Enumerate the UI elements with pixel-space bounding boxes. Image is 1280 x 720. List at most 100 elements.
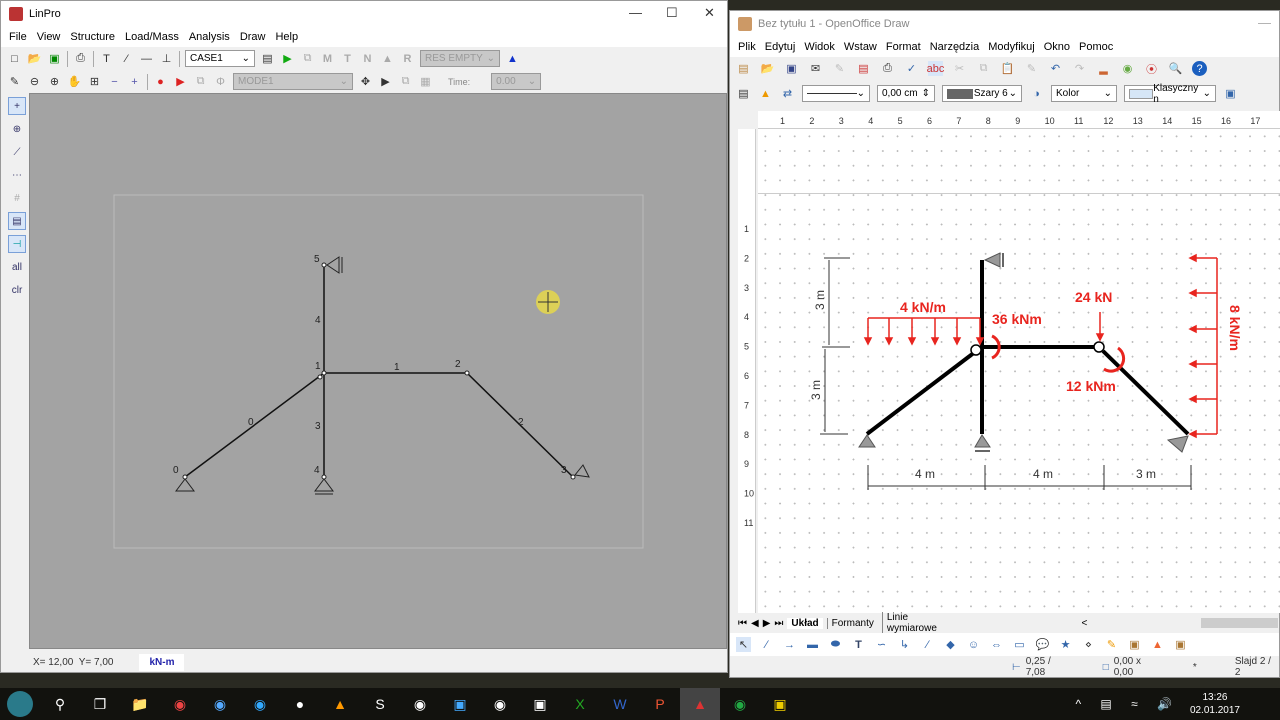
- support-node-3: [574, 464, 590, 478]
- app-icon-5[interactable]: ◉: [720, 688, 760, 720]
- arrow-tool-icon[interactable]: →: [782, 637, 797, 652]
- chart-icon[interactable]: ▂: [1096, 61, 1111, 76]
- start-button[interactable]: [0, 688, 40, 720]
- menu-narzedzia[interactable]: Narzędzia: [930, 41, 980, 53]
- tray-icons[interactable]: ^ ▤ ≈ 🔊: [1075, 697, 1180, 711]
- ellipse-tool-icon[interactable]: ⬬: [828, 637, 843, 652]
- area-color-value: Klasyczny n: [1153, 82, 1199, 105]
- text-tool-icon[interactable]: T: [851, 637, 866, 652]
- area-color-select[interactable]: Klasyczny n ⌄: [1124, 82, 1216, 105]
- undo-icon[interactable]: ↶: [1048, 61, 1063, 76]
- table-icon[interactable]: ◉: [1120, 61, 1135, 76]
- prev-slide-button[interactable]: ◀: [751, 618, 759, 629]
- app-icon-3[interactable]: ◉: [480, 688, 520, 720]
- paste-icon[interactable]: 📋: [1000, 61, 1015, 76]
- navigator-icon[interactable]: ⦿: [1144, 61, 1159, 76]
- tab-formanty[interactable]: Formanty: [826, 617, 878, 629]
- from-file-icon[interactable]: ▲: [1150, 637, 1165, 652]
- skype-icon[interactable]: S: [360, 688, 400, 720]
- app-icon-2[interactable]: ▣: [440, 688, 480, 720]
- pdf-icon[interactable]: ▤: [856, 61, 871, 76]
- connector-tool-icon[interactable]: ↳: [897, 637, 912, 652]
- glue-icon[interactable]: ✎: [1104, 637, 1119, 652]
- taskbar: ⚲ ❐ 📁 ◉ ◉ ◉ ● ▲ S ◉ ▣ ◉ ▣ X W P ▲ ◉ ▣ ^ …: [0, 688, 1280, 720]
- file-explorer-icon[interactable]: 📁: [120, 688, 160, 720]
- status-units: kN-m: [139, 653, 185, 671]
- menu-pomoc[interactable]: Pomoc: [1079, 41, 1113, 53]
- arrow-style-icon[interactable]: ⇄: [780, 86, 795, 101]
- menu-edytuj[interactable]: Edytuj: [765, 41, 796, 53]
- member-label-4: 4: [315, 315, 321, 326]
- clock-date: 02.01.2017: [1189, 705, 1240, 716]
- symbol-shapes-icon[interactable]: ☺: [966, 637, 981, 652]
- app-icon-4[interactable]: ▣: [520, 688, 560, 720]
- word-icon[interactable]: W: [600, 688, 640, 720]
- openoffice-icon[interactable]: ◉: [240, 688, 280, 720]
- callouts-icon[interactable]: 💬: [1035, 637, 1050, 652]
- zoom-icon[interactable]: 🔍: [1168, 61, 1183, 76]
- node-label-1: 1: [315, 361, 321, 372]
- scrollbar-left-arrow[interactable]: <: [1082, 618, 1088, 629]
- line-color-select[interactable]: Szary 6 ⌄: [942, 85, 1022, 102]
- oo-canvas[interactable]: [758, 129, 1280, 613]
- search-icon[interactable]: ⚲: [40, 688, 80, 720]
- menu-modyfikuj[interactable]: Modyfikuj: [988, 41, 1034, 53]
- horizontal-ruler: /* placeholder */: [758, 111, 1280, 129]
- oo-minimize-button[interactable]: —: [1258, 15, 1271, 30]
- menu-wstaw[interactable]: Wstaw: [844, 41, 877, 53]
- area-style-select[interactable]: Kolor ⌄: [1051, 85, 1117, 102]
- curve-tool-icon[interactable]: ∽: [874, 637, 889, 652]
- next-slide-button[interactable]: ▶: [763, 618, 771, 629]
- excel-icon[interactable]: X: [560, 688, 600, 720]
- last-slide-button[interactable]: ⏭: [774, 618, 783, 629]
- first-slide-button[interactable]: ⏮: [738, 618, 747, 629]
- help-icon[interactable]: ?: [1192, 61, 1207, 76]
- select-arrow-icon[interactable]: ↖: [736, 637, 751, 652]
- horizontal-scrollbar[interactable]: [1201, 618, 1278, 628]
- tab-uklad[interactable]: Układ: [787, 617, 823, 629]
- shadow-icon[interactable]: ▣: [1223, 86, 1238, 101]
- line-color-icon[interactable]: ▲: [758, 86, 773, 101]
- vlc-icon[interactable]: ▲: [320, 688, 360, 720]
- save-disk-icon[interactable]: ▣: [784, 61, 799, 76]
- chrome-icon[interactable]: ◉: [160, 688, 200, 720]
- task-view-icon[interactable]: ❐: [80, 688, 120, 720]
- cat-app-icon[interactable]: ●: [280, 688, 320, 720]
- oo-titlebar: Bez tytułu 1 - OpenOffice Draw —: [730, 11, 1279, 37]
- oo-standard-toolbar: ▤ 📂 ▣ ✉ ✎ ▤ ⎙ ✓ abc ✂ ⧉ 📋 ✎ ↶ ↷ ▂ ◉ ⦿ 🔍 …: [730, 57, 1279, 80]
- points-icon[interactable]: ⋄: [1081, 637, 1096, 652]
- linpro-task-icon[interactable]: ▲: [680, 688, 720, 720]
- stars-icon[interactable]: ★: [1058, 637, 1073, 652]
- block-arrows-icon[interactable]: ⇔: [989, 637, 1004, 652]
- menu-plik[interactable]: Plik: [738, 41, 756, 53]
- email-icon[interactable]: ✉: [808, 61, 823, 76]
- line-width-field[interactable]: 0,00 cm ⇕: [877, 85, 935, 102]
- autospell-icon[interactable]: abc: [927, 61, 944, 76]
- rectangle-tool-icon[interactable]: ▬: [805, 637, 820, 652]
- member-0: [184, 372, 325, 478]
- fontwork-icon[interactable]: ▣: [1127, 637, 1142, 652]
- open-folder-icon[interactable]: 📂: [760, 61, 775, 76]
- spellcheck-icon[interactable]: ✓: [904, 61, 919, 76]
- app-icon-6[interactable]: ▣: [760, 688, 800, 720]
- new-doc-icon[interactable]: ▤: [736, 61, 751, 76]
- line-style-select[interactable]: ⌄: [802, 85, 870, 102]
- fill-bucket-icon[interactable]: ◑: [1029, 86, 1044, 101]
- tab-linie-wymiarowe[interactable]: Linie wymiarowe: [881, 612, 958, 634]
- menu-format[interactable]: Format: [886, 41, 921, 53]
- gallery-icon[interactable]: ▣: [1173, 637, 1188, 652]
- member-label-1: 1: [394, 362, 400, 373]
- app-icon-1[interactable]: ◉: [400, 688, 440, 720]
- lines-arrows-icon[interactable]: ∕: [920, 637, 935, 652]
- line-tool-icon[interactable]: ∕: [759, 637, 774, 652]
- powerpoint-icon[interactable]: P: [640, 688, 680, 720]
- flowchart-icon[interactable]: ▭: [1012, 637, 1027, 652]
- thunderbird-icon[interactable]: ◉: [200, 688, 240, 720]
- menu-widok[interactable]: Widok: [804, 41, 835, 53]
- print-doc-icon[interactable]: ⎙: [880, 61, 895, 76]
- menu-okno[interactable]: Okno: [1044, 41, 1070, 53]
- oo-drawing-toolbar: ↖ ∕ → ▬ ⬬ T ∽ ↳ ∕ ◆ ☺ ⇔ ▭ 💬 ★ ⋄ ✎ ▣ ▲ ▣: [730, 633, 1279, 656]
- basic-shapes-icon[interactable]: ◆: [943, 637, 958, 652]
- clock[interactable]: 13:26 02.01.2017: [1190, 691, 1240, 717]
- line-style-icon[interactable]: ▤: [736, 86, 751, 101]
